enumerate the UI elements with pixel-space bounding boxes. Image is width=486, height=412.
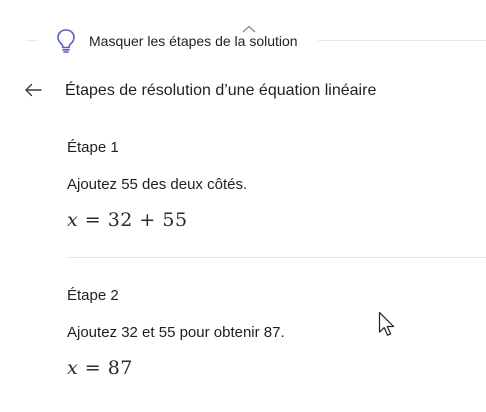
page-title: Étapes de résolution d’une équation liné… [65,82,377,99]
equation-expression: = 32 + 55 [78,209,188,231]
step-heading: Étape 1 [67,139,119,156]
step-equation: x = 87 [67,357,467,379]
arrow-left-icon [20,83,48,106]
chevron-up-icon [242,20,256,33]
step-heading: Étape 2 [67,287,119,304]
back-button[interactable] [20,78,48,102]
hide-steps-label: Masquer les étapes de la solution [89,33,298,49]
equation-expression: = 87 [78,357,133,379]
step-divider [67,257,486,258]
solution-steps-panel: Masquer les étapes de la solution Étapes… [0,0,486,412]
step-description: Ajoutez 32 et 55 pour obtenir 87. [67,324,285,341]
mouse-pointer-icon [378,311,398,339]
lightbulb-icon [55,28,77,54]
step-description: Ajoutez 55 des deux côtés. [67,176,248,193]
hide-steps-button[interactable]: Masquer les étapes de la solution [0,22,320,62]
step-1: Étape 1 Ajoutez 55 des deux côtés. x = 3… [67,139,467,231]
step-2: Étape 2 Ajoutez 32 et 55 pour obtenir 87… [67,287,467,379]
equation-variable: x [67,357,79,379]
toggle-steps-row: Masquer les étapes de la solution [0,22,486,62]
equation-variable: x [67,209,79,231]
step-equation: x = 32 + 55 [67,209,467,231]
separator-line-right [318,40,486,41]
